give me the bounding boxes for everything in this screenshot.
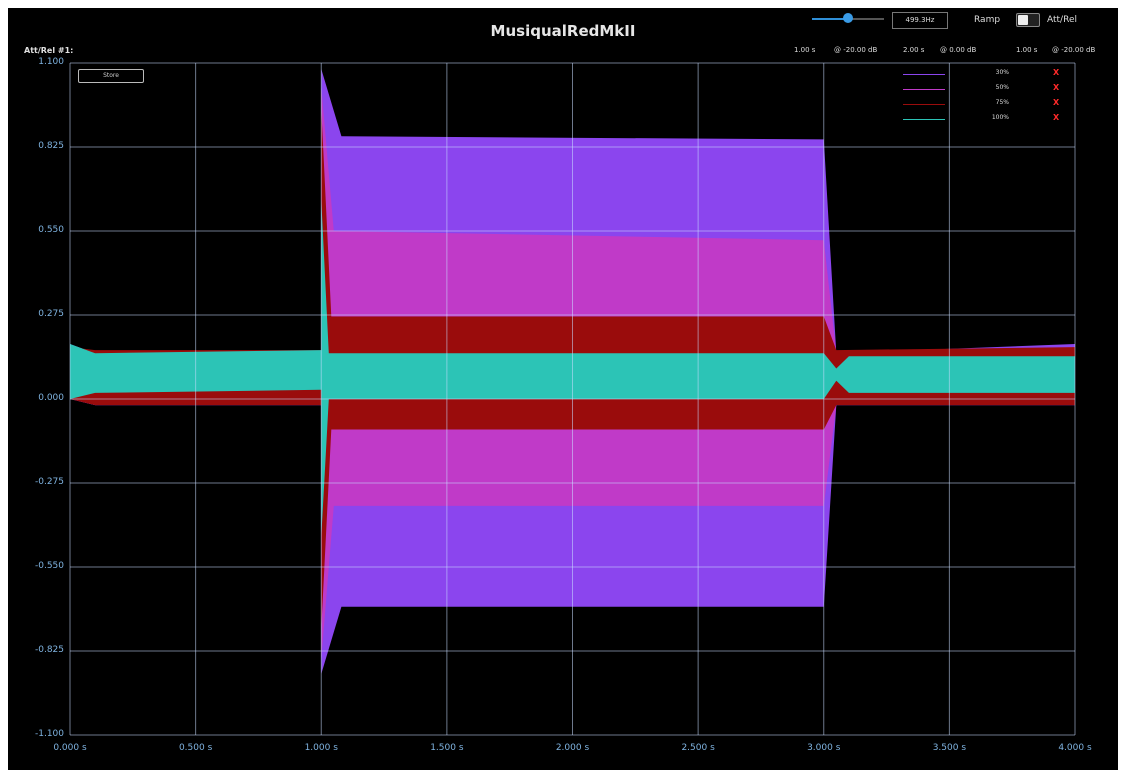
y-tick-label: 0.825 <box>38 141 64 151</box>
frequency-slider-handle[interactable] <box>843 13 853 23</box>
legend-swatch <box>903 74 945 75</box>
envelope-level-3: @ -20.00 dB <box>1052 46 1096 54</box>
legend-label: 100% <box>991 114 1009 121</box>
x-tick-label: 3.000 s <box>807 743 841 753</box>
y-tick-label: 0.550 <box>38 225 64 235</box>
remove-series-button[interactable]: X <box>1053 83 1059 92</box>
x-tick-label: 1.000 s <box>304 743 338 753</box>
x-tick-label: 0.000 s <box>53 743 87 753</box>
store-button[interactable]: Store <box>78 69 144 83</box>
plot-window: MusiqualRedMkII Att/Rel #1: 499.3Hz Ramp… <box>8 8 1118 770</box>
x-tick-label: 4.000 s <box>1058 743 1092 753</box>
toggle-knob <box>1018 15 1028 25</box>
legend-label: 75% <box>995 99 1009 106</box>
remove-series-button[interactable]: X <box>1053 98 1059 107</box>
y-tick-label: 1.100 <box>38 57 64 67</box>
ramp-label: Ramp <box>974 15 1001 25</box>
y-tick-label: -1.100 <box>34 729 64 739</box>
remove-series-button[interactable]: X <box>1053 113 1059 122</box>
envelope-time-2: 2.00 s <box>903 46 925 54</box>
att-rel-toggle-label: Att/Rel <box>1047 15 1077 25</box>
legend-label: 50% <box>995 84 1009 91</box>
legend-label: 30% <box>995 69 1009 76</box>
envelope-time-3: 1.00 s <box>1016 46 1038 54</box>
x-tick-label: 2.000 s <box>555 743 590 753</box>
chart-title: MusiqualRedMkII <box>490 22 636 40</box>
frequency-field[interactable]: 499.3Hz <box>892 12 948 29</box>
y-tick-label: 0.000 <box>38 393 64 403</box>
remove-series-button[interactable]: X <box>1053 68 1059 77</box>
legend-swatch <box>903 89 945 90</box>
x-tick-label: 0.500 s <box>178 743 213 753</box>
legend-swatch <box>903 104 945 105</box>
y-tick-label: -0.550 <box>34 561 64 571</box>
envelope-level-1: @ -20.00 dB <box>834 46 878 54</box>
x-tick-label: 1.500 s <box>430 743 464 753</box>
x-tick-label: 3.500 s <box>932 743 967 753</box>
legend-swatch <box>903 119 945 120</box>
legend-item: 30% X <box>903 68 1073 80</box>
legend-item: 100% X <box>903 113 1073 125</box>
att-rel-label: Att/Rel #1: <box>24 46 74 55</box>
envelope-level-2: @ 0.00 dB <box>940 46 977 54</box>
legend-item: 75% X <box>903 98 1073 110</box>
legend-item: 50% X <box>903 83 1073 95</box>
envelope-time-1: 1.00 s <box>794 46 816 54</box>
y-tick-label: -0.275 <box>34 477 64 487</box>
y-tick-label: -0.825 <box>34 645 64 655</box>
y-tick-label: 0.275 <box>38 309 64 319</box>
x-tick-label: 2.500 s <box>681 743 715 753</box>
